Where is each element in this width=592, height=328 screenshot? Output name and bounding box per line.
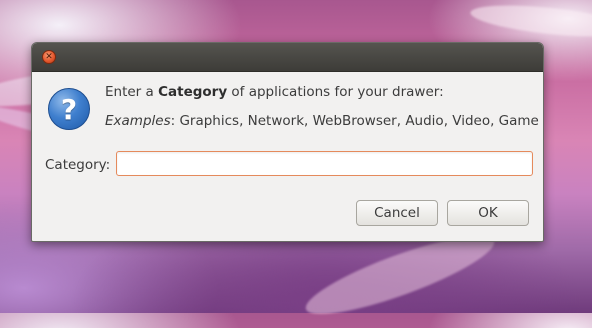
- close-icon: ✕: [45, 51, 53, 62]
- prompt-text-bold: Category: [158, 84, 228, 100]
- prompt-text-end: of applications for your drawer:: [227, 84, 444, 100]
- close-button[interactable]: ✕: [42, 50, 56, 64]
- dialog-titlebar[interactable]: ✕: [32, 43, 543, 72]
- examples-label: Examples: [105, 113, 171, 129]
- cancel-button[interactable]: Cancel: [356, 200, 438, 226]
- question-icon: ?: [48, 88, 90, 130]
- examples-list: : Graphics, Network, WebBrowser, Audio, …: [170, 113, 539, 129]
- ok-button[interactable]: OK: [447, 200, 529, 226]
- category-input[interactable]: [116, 151, 533, 176]
- wallpaper-streak: [469, 0, 592, 43]
- prompt-text: Enter a Category of applications for you…: [105, 84, 444, 100]
- category-dialog: ✕ ? Enter a Category of applications for…: [31, 42, 544, 242]
- prompt-text-start: Enter a: [105, 84, 159, 100]
- category-label: Category:: [45, 157, 111, 173]
- examples-text: Examples: Graphics, Network, WebBrowser,…: [105, 113, 539, 129]
